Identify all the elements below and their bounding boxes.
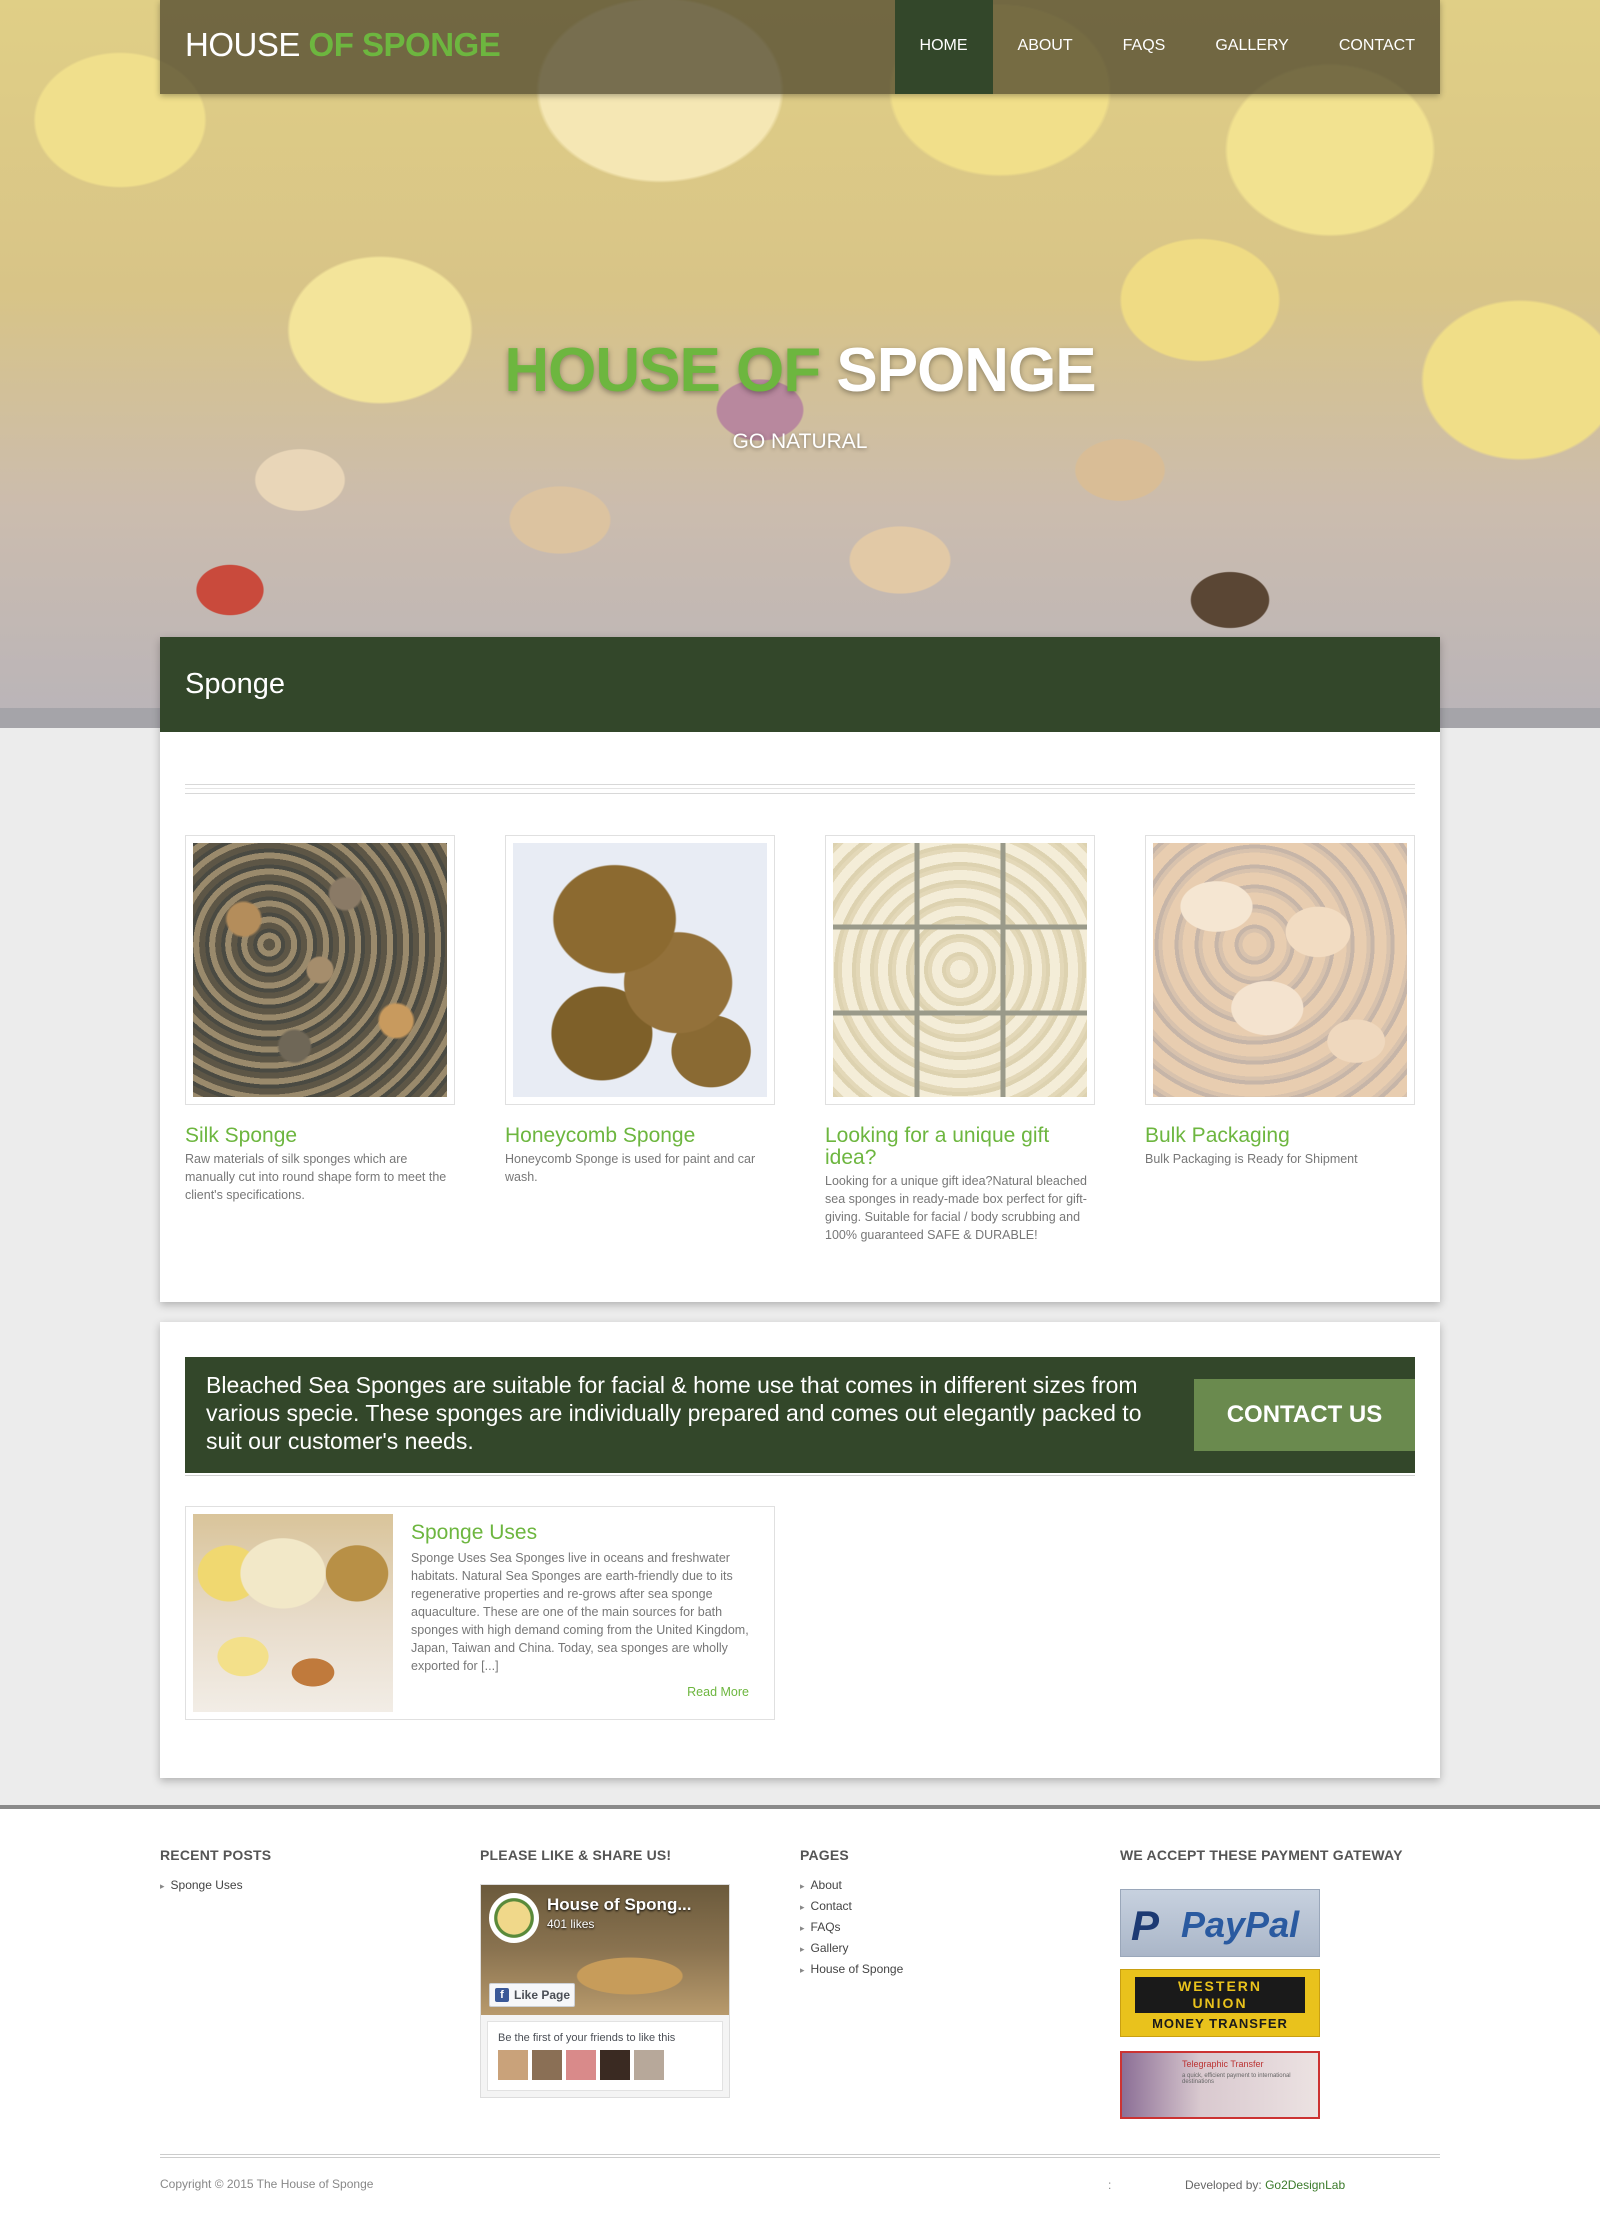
facebook-friends-box: Be the first of your friends to like thi… [487, 2021, 723, 2091]
product-title[interactable]: Looking for a unique gift idea? [825, 1125, 1095, 1169]
hero-title: HOUSE OF SPONGE [0, 335, 1600, 406]
cta-text: Bleached Sea Sponges are suitable for fa… [206, 1372, 1142, 1454]
nav-about[interactable]: ABOUT [993, 0, 1098, 94]
separator: : [1108, 2178, 1112, 2192]
recent-post-link[interactable]: Sponge Uses [160, 1875, 271, 1896]
divider [185, 784, 1415, 794]
gift-box-image [833, 843, 1087, 1097]
hero-title-white: SPONGE [836, 336, 1096, 405]
western-union-logo: WESTERN UNION MONEY TRANSFER [1120, 1969, 1320, 2037]
like-label: Like Page [514, 1988, 571, 2002]
product-card: Looking for a unique gift idea? Looking … [825, 835, 1095, 1244]
copyright-text: Copyright © 2015 The House of Sponge [160, 2177, 374, 2191]
footer-divider [160, 2154, 1440, 2158]
product-title[interactable]: Bulk Packaging [1145, 1125, 1415, 1147]
section-heading: Sponge [160, 637, 1440, 732]
footer: RECENT POSTS Sponge Uses PLEASE LIKE & S… [0, 1805, 1600, 2214]
divider [185, 1475, 1415, 1476]
main-nav: HOME ABOUT FAQS GALLERY CONTACT [894, 0, 1440, 94]
facebook-friend-avatars [498, 2050, 664, 2080]
brand-bold: OF SPONGE [308, 26, 501, 63]
post-excerpt: Sponge Uses Sea Sponges live in oceans a… [411, 1551, 749, 1673]
facebook-cover[interactable]: House of Spong... 401 likes f Like Page [481, 1885, 729, 2015]
avatar[interactable] [600, 2050, 630, 2080]
facebook-avatar [489, 1893, 539, 1943]
facebook-like-count: 401 likes [547, 1917, 595, 1931]
product-description: Looking for a unique gift idea?Natural b… [825, 1174, 1087, 1242]
info-section: Bleached Sea Sponges are suitable for fa… [160, 1322, 1440, 1778]
nav-contact[interactable]: CONTACT [1314, 0, 1440, 94]
page-link-faqs[interactable]: FAQs [800, 1917, 903, 1938]
western-union-wordmark: WESTERN UNION [1135, 1977, 1305, 2013]
facebook-friends-text: Be the first of your friends to like thi… [498, 2032, 676, 2044]
developed-label: Developed by: [1185, 2178, 1262, 2192]
facebook-page-plugin: House of Spong... 401 likes f Like Page … [480, 1884, 730, 2098]
avatar[interactable] [566, 2050, 596, 2080]
developer-link[interactable]: Go2DesignLab [1265, 2178, 1345, 2192]
product-title[interactable]: Silk Sponge [185, 1125, 455, 1147]
telegraphic-transfer-logo: Telegraphic Transfer a quick, efficient … [1120, 2051, 1320, 2119]
bulk-packaging-image [1153, 843, 1407, 1097]
silk-sponge-image [193, 843, 447, 1097]
post-thumbnail[interactable] [193, 1514, 393, 1712]
product-title[interactable]: Honeycomb Sponge [505, 1125, 775, 1147]
facebook-icon: f [495, 1988, 509, 2002]
product-description: Raw materials of silk sponges which are … [185, 1152, 447, 1202]
products-section: Sponge Silk Sponge Raw materials of silk… [160, 637, 1440, 1302]
nav-gallery[interactable]: GALLERY [1190, 0, 1314, 94]
product-card: Bulk Packaging Bulk Packaging is Ready f… [1145, 835, 1415, 1168]
tt-title: Telegraphic Transfer [1182, 2059, 1264, 2069]
read-more-link[interactable]: Read More [687, 1685, 749, 1699]
product-description: Bulk Packaging is Ready for Shipment [1145, 1152, 1358, 1166]
paypal-wordmark: PayPal [1181, 1904, 1300, 1945]
site-logo[interactable]: HOUSE OF SPONGE [185, 26, 501, 64]
paypal-icon: P [1131, 1902, 1160, 1949]
product-thumbnail[interactable] [1145, 835, 1415, 1105]
pages-widget: PAGES About Contact FAQs Gallery House o… [800, 1847, 903, 1980]
social-widget: PLEASE LIKE & SHARE US! [480, 1847, 671, 1863]
page-link-gallery[interactable]: Gallery [800, 1938, 903, 1959]
widget-heading: WE ACCEPT THESE PAYMENT GATEWAY [1120, 1847, 1403, 1863]
page-link-home[interactable]: House of Sponge [800, 1959, 904, 1980]
page-link-about[interactable]: About [800, 1875, 903, 1896]
top-navbar: HOUSE OF SPONGE HOME ABOUT FAQS GALLERY … [160, 0, 1440, 94]
facebook-like-button[interactable]: f Like Page [489, 1983, 575, 2007]
avatar[interactable] [498, 2050, 528, 2080]
recent-posts-list: Sponge Uses [160, 1875, 271, 1896]
product-card: Honeycomb Sponge Honeycomb Sponge is use… [505, 835, 775, 1186]
contact-us-button[interactable]: CONTACT US [1194, 1379, 1415, 1451]
product-thumbnail[interactable] [185, 835, 455, 1105]
nav-faqs[interactable]: FAQS [1098, 0, 1191, 94]
wu-subtitle: MONEY TRANSFER [1152, 2016, 1288, 2031]
developer-credit: Developed by: Go2DesignLab [1185, 2178, 1345, 2192]
recent-posts-widget: RECENT POSTS Sponge Uses [160, 1847, 271, 1896]
avatar[interactable] [532, 2050, 562, 2080]
page-link-contact[interactable]: Contact [800, 1896, 903, 1917]
brand-light: HOUSE [185, 26, 300, 63]
product-description: Honeycomb Sponge is used for paint and c… [505, 1152, 756, 1184]
product-thumbnail[interactable] [505, 835, 775, 1105]
pages-list: About Contact FAQs Gallery House of Spon… [800, 1875, 904, 1980]
facebook-page-name[interactable]: House of Spong... [547, 1895, 692, 1915]
widget-heading: PAGES [800, 1847, 849, 1863]
nav-home[interactable]: HOME [894, 0, 993, 94]
wu-line2: UNION [1192, 1995, 1248, 2011]
product-thumbnail[interactable] [825, 835, 1095, 1105]
avatar[interactable] [634, 2050, 664, 2080]
honeycomb-sponge-image [513, 843, 767, 1097]
tt-subtitle: a quick, efficient payment to internatio… [1182, 2073, 1291, 2085]
widget-heading: RECENT POSTS [160, 1847, 272, 1863]
hero-subtitle: GO NATURAL [732, 430, 868, 453]
hero-title-green: HOUSE OF [504, 336, 821, 405]
post-title[interactable]: Sponge Uses [411, 1521, 537, 1545]
cta-banner: Bleached Sea Sponges are suitable for fa… [185, 1357, 1415, 1473]
wu-line1: WESTERN [1178, 1978, 1262, 1994]
hero-banner: HOUSE OF SPONGE GO NATURAL [0, 0, 1600, 728]
paypal-logo: P PayPal [1120, 1889, 1320, 1957]
widget-heading: PLEASE LIKE & SHARE US! [480, 1847, 672, 1863]
post-card: Sponge Uses Sponge Uses Sea Sponges live… [185, 1506, 775, 1720]
payment-widget: WE ACCEPT THESE PAYMENT GATEWAY [1120, 1847, 1403, 1863]
product-card: Silk Sponge Raw materials of silk sponge… [185, 835, 455, 1204]
